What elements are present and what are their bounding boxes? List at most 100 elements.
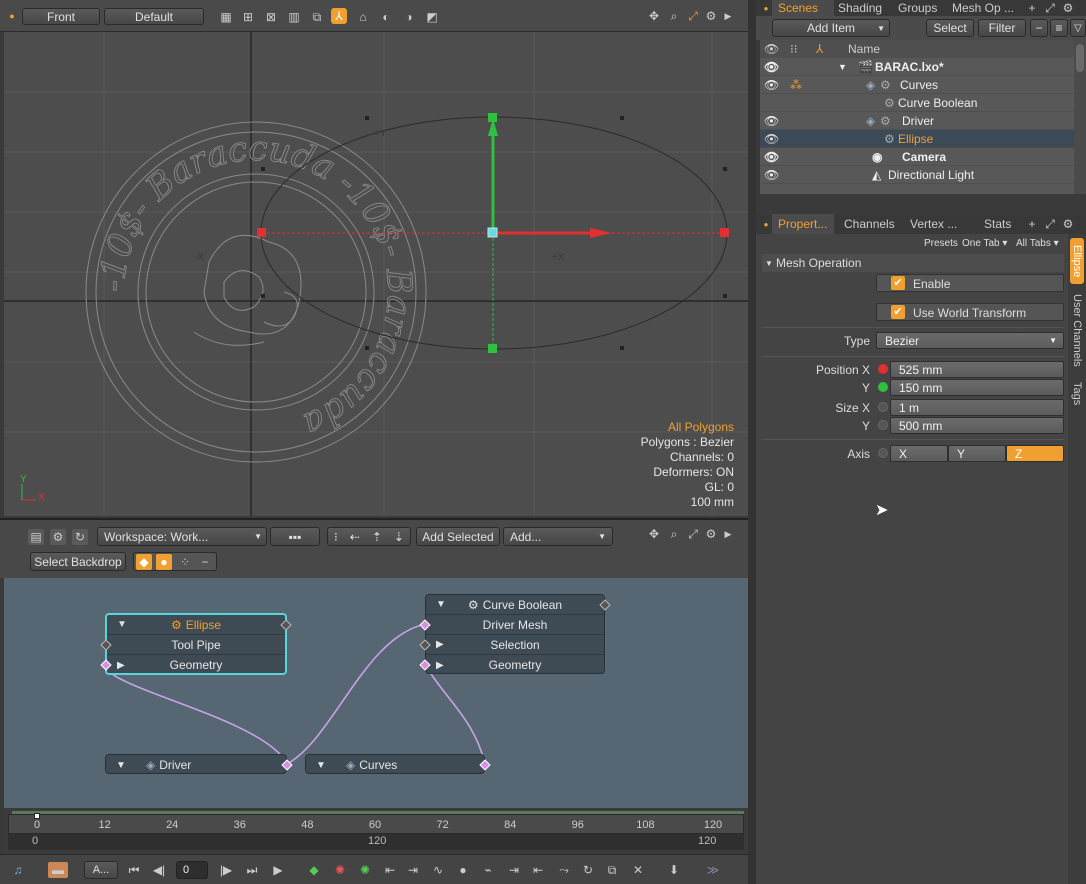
overlay-icon[interactable]: ⧉ <box>309 9 325 25</box>
tab-mesh-op[interactable]: Mesh Op ... <box>946 0 1022 16</box>
ellipse-node-header[interactable]: ▼ ⚙ Ellipse <box>107 615 292 635</box>
eye-icon[interactable]: 👁 <box>764 168 779 182</box>
maximize-icon[interactable]: ⤢ <box>1042 0 1058 16</box>
go-end-icon[interactable]: ⏭ <box>244 862 260 878</box>
side-tab-tags[interactable]: Tags <box>1070 376 1084 412</box>
audio-note-icon[interactable]: ♫ <box>10 862 26 878</box>
close-icon[interactable]: ✕ <box>630 862 646 878</box>
download-icon[interactable]: ⬇ <box>666 862 682 878</box>
timeline-ruler[interactable]: 0 12 24 36 48 60 72 84 96 108 120 <box>8 813 744 834</box>
loop-start-icon[interactable]: ⇥ <box>506 862 522 878</box>
curve-boolean-node[interactable]: ▼ ⚙ Curve Boolean Driver Mesh ▶ Selectio… <box>419 594 611 674</box>
play-icon[interactable]: ▶ <box>270 862 286 878</box>
lock-column-icon[interactable]: ⅄ <box>816 42 823 56</box>
keyframe-curve-icon[interactable]: ∿ <box>430 862 446 878</box>
refresh-icon[interactable]: ↻ <box>580 862 596 878</box>
expand-triangle-icon[interactable]: ▶ <box>436 660 444 671</box>
presets-button[interactable]: Presets <box>924 238 958 249</box>
range-bar[interactable]: 0 120 120 <box>8 834 744 850</box>
scene-list-scrollbar[interactable] <box>1074 40 1086 194</box>
textured-icon[interactable]: ▥ <box>286 9 302 25</box>
prev-frame-icon[interactable]: ⇤ <box>382 862 398 878</box>
audio-dropdown[interactable]: A... <box>84 861 118 879</box>
loop-end-icon[interactable]: ⇤ <box>530 862 546 878</box>
instance-icon[interactable]: ⁂ <box>790 78 802 92</box>
tab-channels[interactable]: Channels <box>838 214 902 234</box>
position-x-anim-dot[interactable] <box>878 364 888 374</box>
add-selected-button[interactable]: Add Selected <box>416 527 500 546</box>
ellipse-node[interactable]: ▼ ⚙ Ellipse Tool Pipe ▶ Geometry <box>100 613 292 675</box>
tab-stats[interactable]: Stats <box>978 214 1018 234</box>
schematic-graph[interactable]: ▼ ⚙ Ellipse Tool Pipe ▶ Geometry ▼ ⚙ Cur… <box>4 578 748 808</box>
wire-grid-icon[interactable]: ⊞ <box>240 9 256 25</box>
schematic-layout-icon[interactable]: ▤ <box>28 529 44 545</box>
schematic-refresh-icon[interactable]: ↻ <box>72 529 88 545</box>
collapse-triangle-icon[interactable]: ▼ <box>765 259 773 268</box>
eye-icon[interactable]: 👁 <box>764 60 779 74</box>
record-icon[interactable]: ● <box>455 862 471 878</box>
settings-gear-icon[interactable]: ⚙ <box>1060 0 1076 16</box>
expand-triangle-icon[interactable]: ▶ <box>436 639 444 650</box>
simulate-icon[interactable]: ⧉ <box>604 862 620 878</box>
workspace-dropdown[interactable]: Workspace: Work... ▼ <box>97 527 267 546</box>
one-tab-dropdown[interactable]: One Tab ▾ <box>962 238 1007 249</box>
list-icon[interactable]: ≡ <box>1050 19 1068 37</box>
add-item-dropdown[interactable]: Add Item ▼ <box>772 19 890 37</box>
cache-icon[interactable]: ⤳ <box>556 862 572 878</box>
connect-icon[interactable]: ⁝ <box>334 530 338 544</box>
eye-icon[interactable]: 👁 <box>764 114 779 128</box>
eye-icon[interactable]: 👁 <box>764 150 779 164</box>
key-options-icon[interactable]: ⌁ <box>480 862 496 878</box>
select-button[interactable]: Select <box>926 19 974 37</box>
next-key-icon[interactable]: |▶ <box>218 862 234 878</box>
visibility-column-icon[interactable]: 👁 <box>764 42 779 56</box>
shaded-icon[interactable]: ⊠ <box>263 9 279 25</box>
position-y-anim-dot[interactable] <box>878 382 888 392</box>
type-dropdown[interactable]: Bezier ▼ <box>876 332 1064 349</box>
all-tabs-dropdown[interactable]: All Tabs ▾ <box>1016 238 1059 249</box>
settings-gear-icon[interactable]: ⚙ <box>703 526 719 542</box>
scene-list-hscroll[interactable] <box>760 194 1086 208</box>
expand-arrow-icon[interactable]: ▶ <box>720 8 736 24</box>
use-world-checkbox[interactable]: ✔ <box>891 305 905 319</box>
collapse-triangle-icon[interactable]: ▼ <box>436 599 446 610</box>
position-x-field[interactable]: 525 mm <box>890 361 1064 378</box>
zoom-icon[interactable]: ⌕ <box>666 8 682 24</box>
enable-row[interactable]: ✔ Enable <box>876 274 1064 292</box>
size-y-field[interactable]: 500 mm <box>890 417 1064 434</box>
funnel-icon[interactable]: ▽ <box>1070 19 1086 37</box>
timeline[interactable]: 0 12 24 36 48 60 72 84 96 108 120 0 120 120 <box>4 808 748 854</box>
key-item-icon[interactable]: ◆ <box>306 862 322 878</box>
collapse-triangle-icon[interactable]: ▼ <box>116 760 126 771</box>
list-item[interactable]: ⚙ Curve Boolean <box>760 94 1074 112</box>
action-center-icon[interactable]: ⅄ <box>331 8 347 24</box>
go-start-icon[interactable]: ⏮ <box>126 862 142 878</box>
collapse-triangle-icon[interactable]: ▼ <box>117 619 127 630</box>
add-node-dropdown[interactable]: Add... ▼ <box>503 527 613 546</box>
eye-icon[interactable]: 👁 <box>764 132 779 146</box>
arrow-down-icon[interactable]: ⇣ <box>394 530 404 544</box>
playhead[interactable] <box>34 813 40 819</box>
style-dropdown[interactable]: Default <box>104 8 204 25</box>
size-x-field[interactable]: 1 m <box>890 399 1064 416</box>
list-item[interactable]: 👁 ⁂ ◈ ⚙ Curves <box>760 76 1074 94</box>
flag-icon[interactable]: ▬ <box>48 862 68 878</box>
zoom-icon[interactable]: ⌕ <box>666 526 682 542</box>
expand-triangle-icon[interactable]: ▶ <box>117 660 125 671</box>
render-icon[interactable]: ◑ <box>401 9 417 25</box>
size-x-anim-dot[interactable] <box>878 402 888 412</box>
axis-option-z[interactable]: Z <box>1006 445 1064 462</box>
position-y-field[interactable]: 150 mm <box>890 379 1064 396</box>
add-tab-icon[interactable]: + <box>1024 216 1040 232</box>
driver-node[interactable]: ▼ ◈ Driver <box>105 754 293 774</box>
list-item[interactable]: 👁 ◭ Directional Light <box>760 166 1074 184</box>
node-mode-icon[interactable]: ◆ <box>136 554 152 570</box>
use-world-row[interactable]: ✔ Use World Transform <box>876 303 1064 321</box>
fit-icon[interactable]: ⤢ <box>685 8 701 24</box>
collapse-triangle-icon[interactable]: ▼ <box>316 760 326 771</box>
viewport-menu-icon[interactable]: ● <box>4 8 20 24</box>
axis-option-x[interactable]: X <box>890 445 948 462</box>
side-tab-ellipse[interactable]: Ellipse <box>1070 238 1084 284</box>
list-item-selected[interactable]: 👁 ⚙ Ellipse <box>760 130 1074 148</box>
column-name[interactable]: Name <box>848 42 880 56</box>
